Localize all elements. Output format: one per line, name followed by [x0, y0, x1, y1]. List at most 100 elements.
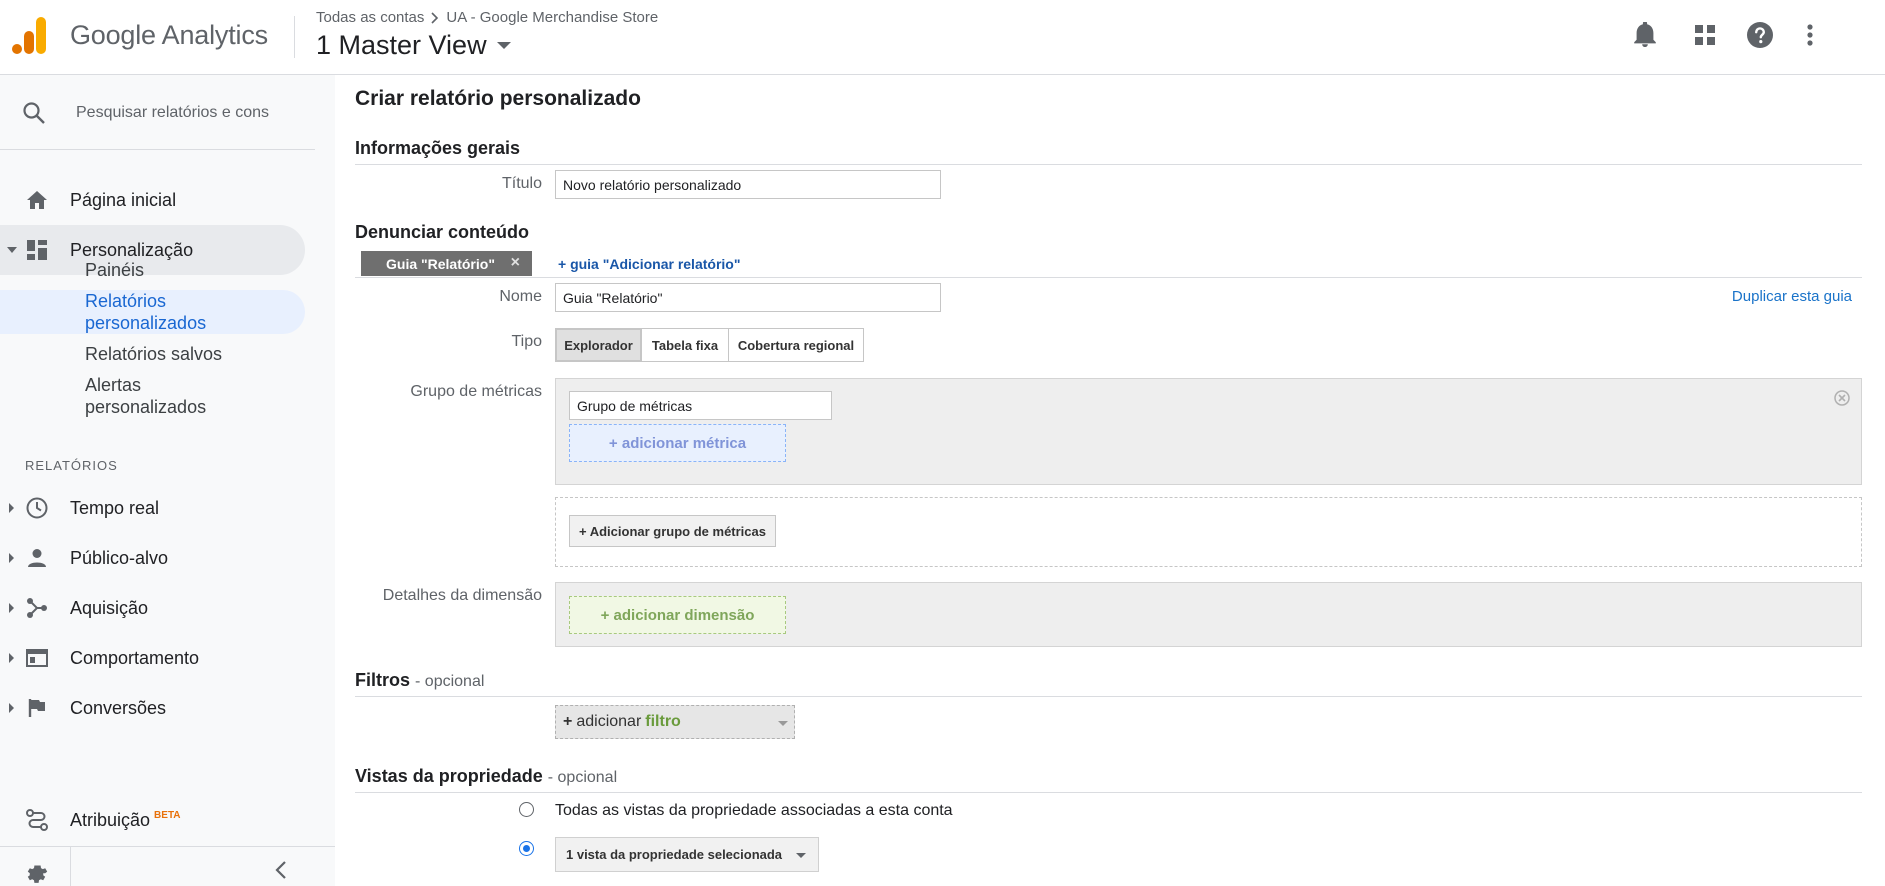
- divider: [0, 846, 335, 847]
- apps-grid-icon[interactable]: [1690, 20, 1720, 50]
- sidebar: Página inicial Personalização Painéis Re…: [0, 75, 335, 886]
- app-header: Google Analytics Todas as contas UA - Go…: [0, 0, 1885, 75]
- dimension-label: Detalhes da dimensão: [382, 587, 542, 604]
- nav-customization-label: Personalização: [70, 239, 194, 260]
- section-general: Informações gerais: [355, 138, 521, 158]
- type-flat-table-button[interactable]: Tabela fixa: [641, 328, 729, 362]
- behavior-icon: [26, 647, 48, 669]
- duplicate-tab-link[interactable]: Duplicar esta guia: [1732, 288, 1852, 305]
- nav-home[interactable]: Página inicial: [0, 175, 305, 225]
- type-explorer-button[interactable]: Explorador: [555, 328, 642, 362]
- nav-conversions[interactable]: Conversões: [0, 683, 305, 733]
- nav-home-label: Página inicial: [70, 189, 177, 210]
- expand-arrow-icon: [9, 553, 14, 563]
- reports-section-title: RELATÓRIOS: [25, 458, 118, 473]
- page-title: Criar relatório personalizado: [355, 87, 641, 110]
- plus-text: +: [563, 713, 573, 730]
- expand-arrow-icon: [9, 653, 14, 663]
- name-label: Nome: [499, 288, 542, 305]
- nav-realtime[interactable]: Tempo real: [0, 483, 305, 533]
- search-input[interactable]: [76, 101, 306, 125]
- caret-down-icon: [496, 42, 511, 49]
- attribution-text: Atribuição: [70, 809, 151, 830]
- breadcrumb-accounts[interactable]: Todas as contas: [316, 9, 424, 26]
- view-name: 1 Master View: [316, 30, 487, 60]
- collapse-sidebar-icon[interactable]: [275, 861, 287, 879]
- divider: [70, 846, 71, 886]
- flag-icon: [26, 697, 48, 719]
- caret-down-icon: [796, 853, 806, 858]
- nav-acquisition-label: Aquisição: [70, 597, 149, 618]
- add-metric-button[interactable]: + adicionar métrica: [569, 424, 786, 462]
- notifications-icon[interactable]: [1630, 20, 1660, 50]
- radio-selected-views[interactable]: [519, 841, 534, 856]
- sidebar-item-custom-reports-label: Relatórios personalizados: [85, 291, 207, 333]
- section-filters: Filtros - opcional: [355, 670, 484, 691]
- beta-badge: BETA: [154, 809, 181, 821]
- google-analytics-logo[interactable]: [12, 17, 48, 55]
- nav-audience[interactable]: Público-alvo: [0, 533, 305, 583]
- nav-acquisition[interactable]: Aquisição: [0, 583, 305, 633]
- attribution-icon: [26, 809, 48, 831]
- chevron-right-icon: [430, 11, 440, 24]
- add-metric-group-button[interactable]: + Adicionar grupo de métricas: [569, 515, 776, 547]
- sidebar-item-saved-reports[interactable]: Relatórios salvos: [0, 343, 305, 365]
- optional-text: - opcional: [547, 769, 618, 786]
- clock-icon: [26, 497, 48, 519]
- selected-views-text: 1 vista da propriedade selecionada: [566, 847, 783, 862]
- gear-icon[interactable]: [26, 861, 48, 883]
- title-label: Título: [501, 175, 542, 192]
- report-search: [0, 75, 315, 149]
- nav-behavior[interactable]: Comportamento: [0, 633, 305, 683]
- add-filter-dropdown[interactable]: + adicionar filtro: [555, 705, 795, 739]
- main-content: Criar relatório personalizado Informaçõe…: [335, 75, 1885, 886]
- expand-arrow-icon: [9, 603, 14, 613]
- divider: [355, 164, 1862, 165]
- divider: [355, 277, 1862, 278]
- type-map-overlay-button[interactable]: Cobertura regional: [728, 328, 864, 362]
- sidebar-item-dashboards[interactable]: Painéis: [0, 259, 305, 281]
- expand-arrow-icon: [9, 703, 14, 713]
- dimension-box: + adicionar dimensão: [555, 582, 1862, 647]
- report-tab[interactable]: Guia "Relatório" ×: [361, 251, 532, 276]
- close-circle-icon[interactable]: [1834, 390, 1850, 406]
- section-content: Denunciar conteúdo: [355, 222, 530, 242]
- help-icon[interactable]: [1745, 20, 1775, 50]
- sidebar-item-custom-alerts[interactable]: Alertas personalizados: [0, 374, 305, 418]
- breadcrumb-property[interactable]: UA - Google Merchandise Store: [446, 9, 658, 26]
- sidebar-item-custom-alerts-label: Alertas personalizados: [85, 375, 207, 417]
- filter-keyword: filtro: [645, 713, 681, 730]
- divider: [355, 696, 1862, 697]
- acquisition-icon: [26, 597, 48, 619]
- title-input[interactable]: [555, 170, 941, 199]
- close-icon[interactable]: ×: [511, 254, 520, 272]
- caret-down-icon: [778, 721, 788, 726]
- divider: [0, 149, 315, 150]
- dashboard-icon: [26, 239, 48, 261]
- search-icon[interactable]: [22, 101, 46, 125]
- header-divider: [294, 16, 295, 58]
- breadcrumb: Todas as contas UA - Google Merchandise …: [316, 9, 658, 26]
- nav-audience-label: Público-alvo: [70, 547, 169, 568]
- metric-group-input[interactable]: [569, 391, 832, 420]
- sidebar-item-custom-reports[interactable]: Relatórios personalizados: [0, 290, 305, 334]
- expand-arrow-icon: [7, 247, 17, 253]
- radio-all-views-label: Todas as vistas da propriedade associada…: [555, 802, 953, 819]
- more-vert-icon[interactable]: [1795, 20, 1825, 50]
- add-report-tab-link[interactable]: + guia "Adicionar relatório": [558, 256, 740, 272]
- metric-group-box: + adicionar métrica: [555, 378, 1862, 485]
- add-dimension-button[interactable]: + adicionar dimensão: [569, 596, 786, 634]
- person-icon: [26, 547, 48, 569]
- home-icon: [26, 189, 48, 211]
- radio-all-views[interactable]: [519, 802, 534, 817]
- view-selector[interactable]: 1 Master View: [316, 30, 511, 61]
- selected-views-dropdown[interactable]: 1 vista da propriedade selecionada: [555, 837, 819, 872]
- report-tab-label: Guia "Relatório": [386, 255, 495, 272]
- add-filter-text: adicionar: [576, 713, 642, 730]
- nav-conversions-label: Conversões: [70, 697, 167, 718]
- app-name: Google Analytics: [70, 20, 268, 50]
- tab-name-input[interactable]: [555, 283, 941, 312]
- nav-behavior-label: Comportamento: [70, 647, 200, 668]
- nav-attribution[interactable]: Atribuição BETA: [0, 795, 305, 845]
- metric-group-placeholder: + Adicionar grupo de métricas: [555, 497, 1862, 567]
